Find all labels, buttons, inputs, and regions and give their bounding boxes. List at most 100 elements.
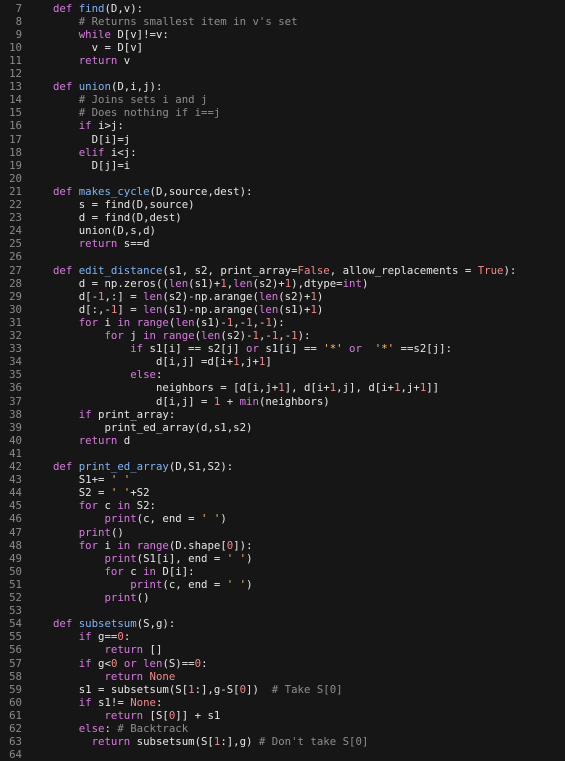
code-line[interactable]: 30 d[:,-1] = len(s1)-np.arange(len(s1)+1… [0, 303, 565, 316]
code-token: print_array: [91, 407, 176, 421]
code-line[interactable]: 28 d = np.zeros((len(s1)+1,len(s2)+1),dt… [0, 277, 565, 290]
code-line[interactable]: 32 for j in range(len(s2)-1,-1,-1): [0, 329, 565, 342]
code-line[interactable]: 39 print_ed_array(d,s1,s2) [0, 421, 565, 434]
code-line[interactable]: 55 if g==0: [0, 630, 565, 643]
code-token: len [258, 302, 279, 316]
code-line[interactable]: 38 if print_array: [0, 408, 565, 421]
code-line[interactable]: 36 neighbors = [d[i,j+1], d[i+1,j], d[i+… [0, 381, 565, 394]
line-number: 28 [9, 276, 22, 290]
code-line[interactable]: 41 [0, 447, 565, 460]
code-text: # Returns smallest item in v's set [53, 15, 298, 28]
code-line[interactable]: 60 if s1!= None: [0, 696, 565, 709]
code-token: ): [271, 315, 285, 329]
code-line[interactable]: 11 return v [0, 54, 565, 67]
code-editor[interactable]: 7 def find(D,v): 8 # Returns smallest item… [0, 0, 565, 761]
code-token: s1 = subsetsum(S[ [53, 682, 189, 696]
code-token: [] [143, 643, 163, 657]
code-line[interactable]: 61 return [S[0]] + s1 [0, 709, 565, 722]
code-token: j [123, 329, 144, 342]
code-token: s==d [117, 237, 150, 251]
code-line[interactable]: 24 union(D,s,d) [0, 224, 565, 237]
code-token: d[i,j] = [53, 394, 214, 408]
code-line[interactable]: 62 else: # Backtrack [0, 722, 565, 735]
code-line[interactable]: 51 print(c, end = ' ') [0, 578, 565, 591]
code-line[interactable]: 25 return s==d [0, 237, 565, 250]
code-line[interactable]: 54 def subsetsum(S,g): [0, 617, 565, 630]
code-line[interactable]: 50 for c in D[i]: [0, 565, 565, 578]
code-text: print(c, end = ' ') [53, 512, 226, 526]
code-line[interactable]: 53 [0, 604, 565, 617]
line-number: 60 [9, 695, 22, 709]
code-line[interactable]: 7 def find(D,v): [0, 2, 565, 15]
code-text: def find(D,v): [53, 2, 143, 15]
code-line[interactable]: 44 S2 = ' '+S2 [0, 486, 565, 499]
code-line[interactable]: 15 # Does nothing if i==j [0, 106, 565, 119]
code-line[interactable]: 8 # Returns smallest item in v's set [0, 15, 565, 28]
code-token: def [53, 184, 79, 198]
code-line[interactable]: 40 return d [0, 434, 565, 447]
code-line[interactable]: 33 if s1[i] == s2[j] or s1[i] == '*' or … [0, 342, 565, 355]
code-line[interactable]: 13 def union(D,i,j): [0, 80, 565, 93]
code-line[interactable]: 18 elif i<j: [0, 146, 565, 159]
code-text: for j in range(len(s2)-1,-1,-1): [53, 329, 310, 342]
code-line[interactable]: 23 d = find(D,dest) [0, 211, 565, 224]
code-token: S2 = [53, 486, 111, 500]
code-line[interactable]: 20 [0, 172, 565, 185]
code-line[interactable]: 10 v = D[v] [0, 41, 565, 54]
code-line[interactable]: 27 def edit_distance(s1, s2, print_array=… [0, 264, 565, 277]
code-token: (S,g): [136, 617, 176, 631]
code-line[interactable]: 22 s = find(D,source) [0, 198, 565, 211]
code-line[interactable]: 58 return None [0, 670, 565, 683]
code-text: return d [53, 434, 130, 447]
code-line[interactable]: 59 s1 = subsetsum(S[1:],g-S[0]) # Take S… [0, 683, 565, 696]
code-line[interactable]: 57 if g<0 or len(S)==0: [0, 657, 565, 670]
code-line[interactable]: 34 d[i,j] =d[i+1,j+1] [0, 355, 565, 368]
code-token: return [78, 433, 118, 447]
code-line[interactable]: 37 d[i,j] = 1 + min(neighbors) [0, 395, 565, 408]
code-line[interactable]: 45 for c in S2: [0, 499, 565, 512]
line-number: 19 [9, 158, 22, 172]
code-line[interactable]: 63 return subsetsum(S[1:],g) # Don't tak… [0, 735, 565, 748]
line-number: 45 [9, 499, 22, 513]
code-token: in [117, 499, 131, 513]
code-text: for i in range(D.shape[0]): [53, 539, 253, 552]
code-token: neighbors = [d[i,j+ [53, 381, 279, 395]
code-line[interactable]: 26 [0, 250, 565, 263]
code-line[interactable]: 48 for i in range(D.shape[0]): [0, 539, 565, 552]
code-line[interactable]: 16 if i>j: [0, 119, 565, 132]
code-line[interactable]: 56 return [] [0, 643, 565, 656]
code-token: ' ' [201, 512, 221, 526]
code-line[interactable]: 47 print() [0, 526, 565, 539]
code-line[interactable]: 64 [0, 748, 565, 761]
code-token: [S[ [143, 708, 169, 722]
code-token: while [78, 27, 111, 41]
code-token: ,- [258, 329, 272, 342]
code-text: print_ed_array(d,s1,s2) [53, 421, 252, 434]
code-line[interactable]: 19 D[j]=i [0, 159, 565, 172]
code-line[interactable]: 31 for i in range(len(s1)-1,-1,-1): [0, 316, 565, 329]
code-line[interactable]: 29 d[-1,:] = len(s2)-np.arange(len(s2)+1… [0, 290, 565, 303]
code-text: else: # Backtrack [53, 722, 188, 735]
code-token: : [201, 656, 208, 670]
code-line[interactable]: 12 [0, 67, 565, 80]
code-line[interactable]: 46 print(c, end = ' ') [0, 512, 565, 525]
code-token: (D,v): [104, 1, 144, 15]
code-line[interactable]: 52 print() [0, 591, 565, 604]
code-line[interactable]: 17 D[i]=j [0, 133, 565, 146]
code-line[interactable]: 49 print(S1[i], end = ' ') [0, 552, 565, 565]
code-line[interactable]: 35 else: [0, 368, 565, 381]
code-line[interactable]: 9 while D[v]!=v: [0, 28, 565, 41]
code-token: len [143, 302, 163, 316]
code-line[interactable]: 43 S1+= ' ' [0, 473, 565, 486]
code-token: range [162, 329, 195, 342]
code-line[interactable]: 42 def print_ed_array(D,S1,S2): [0, 460, 565, 473]
code-token: : [123, 630, 131, 644]
code-token: in [117, 315, 131, 329]
code-line[interactable]: 21 def makes_cycle(D,source,dest): [0, 185, 565, 198]
code-line[interactable]: 14 # Joins sets i and j [0, 93, 565, 106]
